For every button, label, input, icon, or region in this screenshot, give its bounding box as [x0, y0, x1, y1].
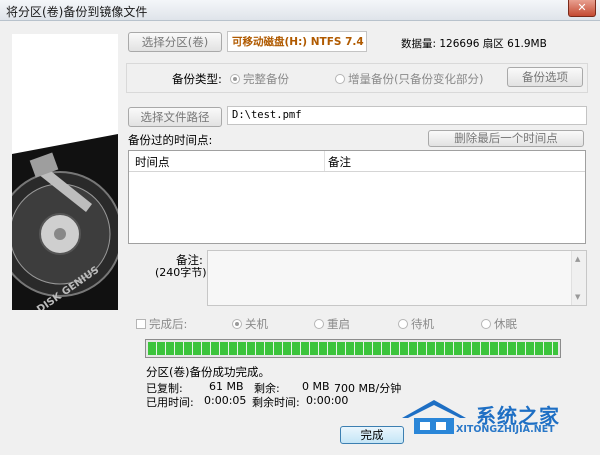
select-file-path-button[interactable]: 选择文件路径 [128, 107, 222, 127]
close-button[interactable]: ✕ [568, 0, 596, 17]
delete-last-timepoint-button[interactable]: 删除最后一个时间点 [428, 130, 584, 147]
after-complete-checkbox[interactable]: 完成后: [136, 316, 187, 332]
radio-icon [481, 319, 491, 329]
file-path-field[interactable]: D:\test.pmf [227, 106, 587, 125]
list-header: 时间点 备注 [129, 151, 585, 172]
after-option-hibernate[interactable]: 休眠 [481, 316, 517, 332]
select-partition-button[interactable]: 选择分区(卷) [128, 32, 222, 52]
data-size-label: 数据量: 126696 扇区 61.9MB [401, 38, 547, 50]
column-header-note[interactable]: 备注 [328, 154, 351, 170]
status-message: 分区(卷)备份成功完成。 [146, 365, 270, 379]
copied-value: 61 MB [209, 380, 244, 393]
option-label: 重启 [327, 317, 350, 331]
window-title: 将分区(卷)备份到镜像文件 [6, 5, 148, 19]
after-option-standby[interactable]: 待机 [398, 316, 434, 332]
after-complete-label: 完成后: [149, 317, 188, 331]
time-left-label: 剩余时间: [252, 396, 300, 409]
note-textarea[interactable]: ▲ ▼ [207, 250, 587, 306]
done-button[interactable]: 完成 [340, 426, 404, 444]
backup-options-button[interactable]: 备份选项 [507, 67, 583, 87]
full-backup-label: 完整备份 [243, 72, 289, 86]
radio-icon [335, 74, 345, 84]
watermark-url: XITONGZHIJIA.NET [456, 424, 555, 435]
hard-disk-icon: DISK GENIUS [12, 34, 118, 310]
note-size-label: (240字节) [155, 266, 207, 279]
option-label: 待机 [411, 317, 434, 331]
scroll-down-icon[interactable]: ▼ [575, 293, 580, 301]
remaining-value: 0 MB [302, 380, 330, 393]
note-scrollbar[interactable]: ▲ ▼ [571, 251, 586, 305]
progress-fill [148, 342, 558, 355]
incremental-backup-radio[interactable]: 增量备份(只备份变化部分) [335, 71, 483, 87]
radio-selected-icon [232, 319, 242, 329]
title-bar: 将分区(卷)备份到镜像文件 ✕ [0, 0, 600, 21]
disk-genius-image: DISK GENIUS [12, 34, 118, 310]
column-header-timepoint[interactable]: 时间点 [135, 154, 170, 170]
checkbox-icon [136, 319, 146, 329]
after-option-shutdown[interactable]: 关机 [232, 316, 268, 332]
incremental-backup-label: 增量备份(只备份变化部分) [348, 72, 484, 86]
backup-type-label: 备份类型: [172, 72, 222, 86]
column-divider [324, 151, 325, 171]
timepoints-label: 备份过的时间点: [128, 133, 213, 147]
timepoints-list[interactable]: 时间点 备注 [128, 150, 586, 244]
partition-field: 可移动磁盘(H:) NTFS 7.4 [227, 31, 367, 52]
scroll-up-icon[interactable]: ▲ [575, 255, 580, 263]
time-left-value: 0:00:00 [306, 394, 349, 407]
full-backup-radio[interactable]: 完整备份 [230, 71, 289, 87]
progress-bar [145, 339, 561, 358]
option-label: 关机 [245, 317, 268, 331]
after-option-restart[interactable]: 重启 [314, 316, 350, 332]
backup-dialog: 将分区(卷)备份到镜像文件 ✕ DISK GENIUS 选择分区(卷) 可移动磁… [0, 0, 600, 455]
radio-icon [314, 319, 324, 329]
elapsed-value: 0:00:05 [204, 394, 247, 407]
option-label: 休眠 [494, 317, 517, 331]
elapsed-label: 已用时间: [146, 396, 194, 409]
radio-icon [398, 319, 408, 329]
radio-selected-icon [230, 74, 240, 84]
